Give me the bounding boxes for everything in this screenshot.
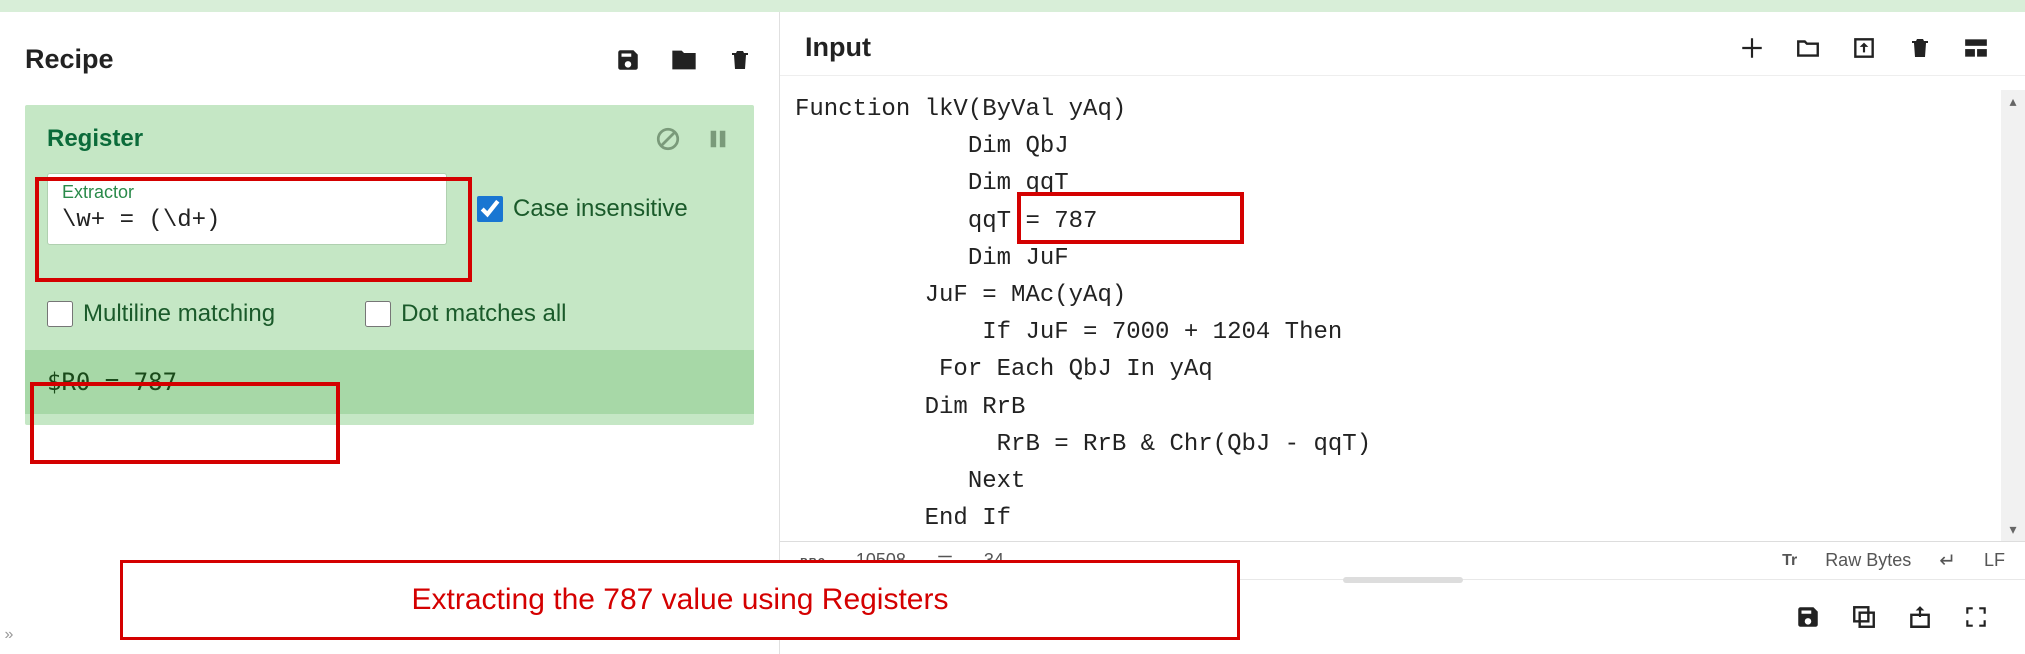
scroll-down-icon[interactable]: ▾ — [2009, 518, 2016, 541]
annotation-callout: Extracting the 787 value using Registers — [120, 560, 1240, 640]
trash-icon[interactable] — [726, 46, 754, 74]
case-insensitive-input[interactable] — [477, 196, 503, 222]
copy-output-icon[interactable] — [1850, 603, 1878, 631]
operation-title: Register — [47, 125, 143, 153]
input-code[interactable]: Function lkV(ByVal yAq) Dim QbJ Dim qqT … — [780, 76, 2025, 541]
raw-bytes-label[interactable]: Raw Bytes — [1825, 550, 1911, 571]
scrollbar[interactable]: ▴ ▾ — [2001, 90, 2025, 541]
save-output-icon[interactable] — [1794, 603, 1822, 631]
recipe-pane: » Recipe Register — [0, 12, 780, 654]
register-operation: Register Extractor \w+ = (\d+) — [25, 105, 754, 425]
open-folder-icon[interactable] — [1794, 34, 1822, 62]
input-pane: Input Function lkV(ByVal yAq) — [780, 12, 2025, 654]
recipe-toolbar — [614, 46, 754, 74]
input-header: Input — [780, 12, 2025, 76]
main-layout: » Recipe Register — [0, 12, 2025, 654]
case-insensitive-checkbox[interactable]: Case insensitive — [477, 195, 688, 223]
extractor-input[interactable]: Extractor \w+ = (\d+) — [47, 173, 447, 245]
extractor-label: Extractor — [62, 182, 432, 203]
multiline-label: Multiline matching — [83, 300, 275, 328]
register-result-text: $R0 = 787 — [47, 368, 177, 396]
dot-all-input[interactable] — [365, 301, 391, 327]
clear-input-icon[interactable] — [1906, 34, 1934, 62]
disable-icon[interactable] — [654, 125, 682, 153]
pause-icon[interactable] — [704, 125, 732, 153]
input-toolbar — [1738, 34, 1990, 62]
folder-icon[interactable] — [670, 46, 698, 74]
input-title: Input — [805, 32, 871, 63]
left-gutter: » — [0, 12, 18, 654]
multiline-checkbox[interactable]: Multiline matching — [47, 300, 275, 328]
dot-all-label: Dot matches all — [401, 300, 566, 328]
open-file-icon[interactable] — [1850, 34, 1878, 62]
top-accent-bar — [0, 0, 2025, 12]
annotation-text: Extracting the 787 value using Registers — [412, 583, 949, 617]
case-insensitive-label: Case insensitive — [513, 195, 688, 223]
layout-icon[interactable] — [1962, 34, 1990, 62]
scroll-up-icon[interactable]: ▴ — [2009, 90, 2016, 113]
recipe-header: Recipe — [25, 32, 754, 87]
dot-all-checkbox[interactable]: Dot matches all — [365, 300, 566, 328]
drag-handle[interactable] — [1343, 577, 1463, 583]
eol-label[interactable]: LF — [1984, 550, 2005, 571]
save-icon[interactable] — [614, 46, 642, 74]
recipe-title: Recipe — [25, 44, 114, 75]
move-output-icon[interactable] — [1906, 603, 1934, 631]
gutter-chevron-icon[interactable]: » — [5, 626, 14, 644]
raw-bytes-icon[interactable]: Tr — [1782, 552, 1797, 570]
extractor-value: \w+ = (\d+) — [62, 207, 432, 234]
register-result: $R0 = 787 — [25, 350, 754, 414]
eol-icon[interactable]: ↵ — [1939, 548, 1956, 573]
fullscreen-icon[interactable] — [1962, 603, 1990, 631]
add-tab-icon[interactable] — [1738, 34, 1766, 62]
multiline-input[interactable] — [47, 301, 73, 327]
